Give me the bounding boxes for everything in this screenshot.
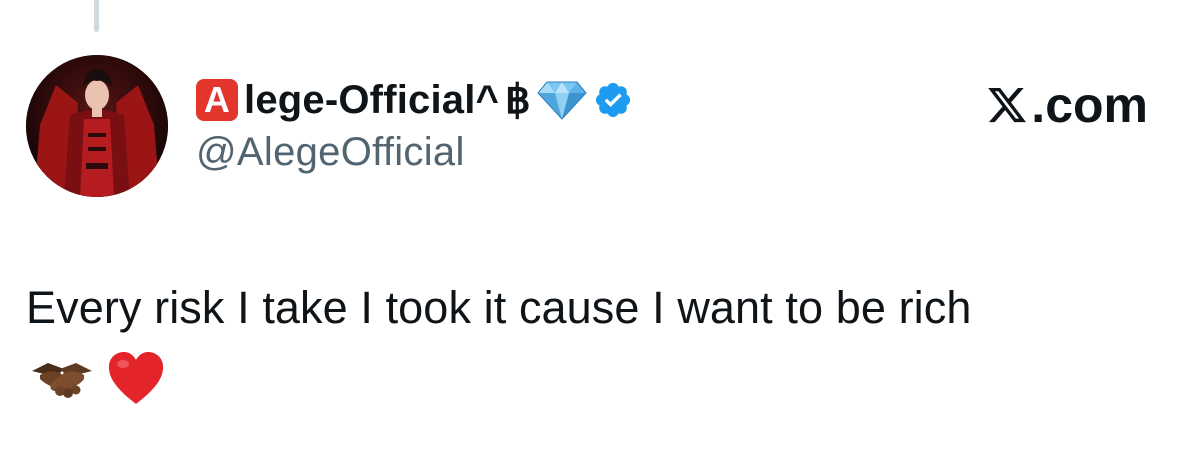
user-handle[interactable]: @AlegeOfficial [196, 130, 465, 175]
x-domain-text: .com [1031, 77, 1148, 133]
bitcoin-symbol: ฿ [505, 78, 531, 122]
verified-badge-icon[interactable] [593, 80, 633, 120]
avatar[interactable] [26, 55, 168, 197]
x-logo-icon [985, 84, 1029, 126]
avatar-image [26, 55, 168, 197]
gem-icon [537, 80, 587, 120]
tweet-text: Every risk I take I took it cause I want… [26, 282, 972, 333]
handshake-icon [30, 353, 94, 403]
red-heart-icon [106, 350, 166, 406]
tweet-emoji-row [30, 350, 166, 406]
letter-a-badge-icon: A [196, 79, 238, 121]
display-name-text: lege-Official^ [244, 78, 500, 122]
display-name[interactable]: A lege-Official^ ฿ [196, 74, 633, 126]
x-com-brand: .com [985, 76, 1148, 134]
thread-connector-line [94, 0, 99, 32]
